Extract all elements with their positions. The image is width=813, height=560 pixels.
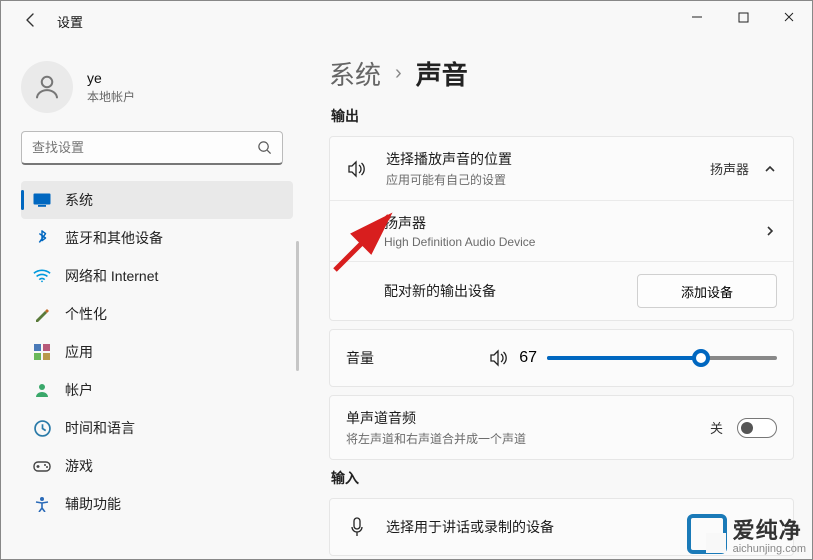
nav-item-accessibility[interactable]: 辅助功能 [21,485,293,523]
add-device-button[interactable]: 添加设备 [637,274,777,308]
personalize-icon [33,305,51,323]
breadcrumb-current: 声音 [416,55,468,92]
chevron-right-icon [763,224,777,238]
gaming-icon [33,457,51,475]
pair-new-title: 配对新的输出设备 [384,281,637,301]
choose-output-value: 扬声器 [710,159,749,178]
time-icon [33,419,51,437]
watermark-brand: 爱纯净 [733,513,806,545]
breadcrumb: 系统 › 声音 [329,55,794,92]
nav-item-gaming[interactable]: 游戏 [21,447,293,485]
minimize-button[interactable] [674,1,720,33]
nav-label: 应用 [65,342,93,362]
speaker-title: 扬声器 [384,213,763,233]
choose-output-title: 选择播放声音的位置 [386,149,710,169]
mono-title: 单声道音频 [346,408,710,428]
volume-title: 音量 [346,348,406,368]
nav-label: 蓝牙和其他设备 [65,228,163,248]
profile-block[interactable]: ye 本地帐户 [21,61,293,113]
watermark: 爱纯净 aichunjing.com [687,513,806,555]
nav-list: 系统 蓝牙和其他设备 网络和 Internet 个性化 应用 [21,181,293,523]
choose-output-row[interactable]: 选择播放声音的位置 应用可能有自己的设置 扬声器 [330,137,793,200]
output-section-header: 输出 [331,106,794,126]
watermark-logo [687,514,727,554]
breadcrumb-separator: › [395,62,402,85]
nav-item-personalize[interactable]: 个性化 [21,295,293,333]
choose-output-subtitle: 应用可能有自己的设置 [386,171,710,188]
nav-label: 个性化 [65,304,107,324]
mono-state-label: 关 [710,418,723,437]
nav-item-network[interactable]: 网络和 Internet [21,257,293,295]
nav-label: 时间和语言 [65,418,135,438]
search-input[interactable] [32,140,257,155]
speaker-subtitle: High Definition Audio Device [384,235,763,249]
mono-subtitle: 将左声道和右声道合并成一个声道 [346,430,710,447]
bluetooth-icon [33,229,51,247]
search-icon [257,140,272,155]
sound-icon [346,160,368,178]
nav-label: 游戏 [65,456,93,476]
nav-item-time-language[interactable]: 时间和语言 [21,409,293,447]
close-button[interactable] [766,1,812,33]
wifi-icon [33,267,51,285]
input-section-header: 输入 [331,468,794,488]
mono-audio-row: 单声道音频 将左声道和右声道合并成一个声道 关 [330,396,793,459]
volume-icon[interactable] [489,349,509,367]
volume-row: 音量 67 [330,330,793,386]
search-box[interactable] [21,131,283,165]
nav-item-system[interactable]: 系统 [21,181,293,219]
pair-new-row: 配对新的输出设备 添加设备 [330,261,793,320]
profile-account-type: 本地帐户 [87,88,135,105]
nav-label: 系统 [65,190,93,210]
breadcrumb-root[interactable]: 系统 [329,55,381,92]
nav-label: 帐户 [65,380,93,400]
watermark-domain: aichunjing.com [733,543,806,555]
nav-item-bluetooth[interactable]: 蓝牙和其他设备 [21,219,293,257]
chevron-up-icon [763,162,777,176]
nav-label: 网络和 Internet [65,266,158,286]
window-title: 设置 [57,12,83,31]
sidebar-scrollbar[interactable] [296,241,299,371]
nav-item-apps[interactable]: 应用 [21,333,293,371]
nav-item-accounts[interactable]: 帐户 [21,371,293,409]
apps-icon [33,343,51,361]
system-icon [33,191,51,209]
mono-toggle[interactable] [737,418,777,438]
maximize-button[interactable] [720,1,766,33]
volume-slider[interactable] [547,356,777,360]
mic-icon [346,517,368,537]
accessibility-icon [33,495,51,513]
accounts-icon [33,381,51,399]
profile-name: ye [87,70,135,86]
back-button[interactable] [23,12,41,30]
volume-value: 67 [519,349,537,367]
nav-label: 辅助功能 [65,494,121,514]
speaker-row[interactable]: 扬声器 High Definition Audio Device [330,200,793,261]
avatar [21,61,73,113]
